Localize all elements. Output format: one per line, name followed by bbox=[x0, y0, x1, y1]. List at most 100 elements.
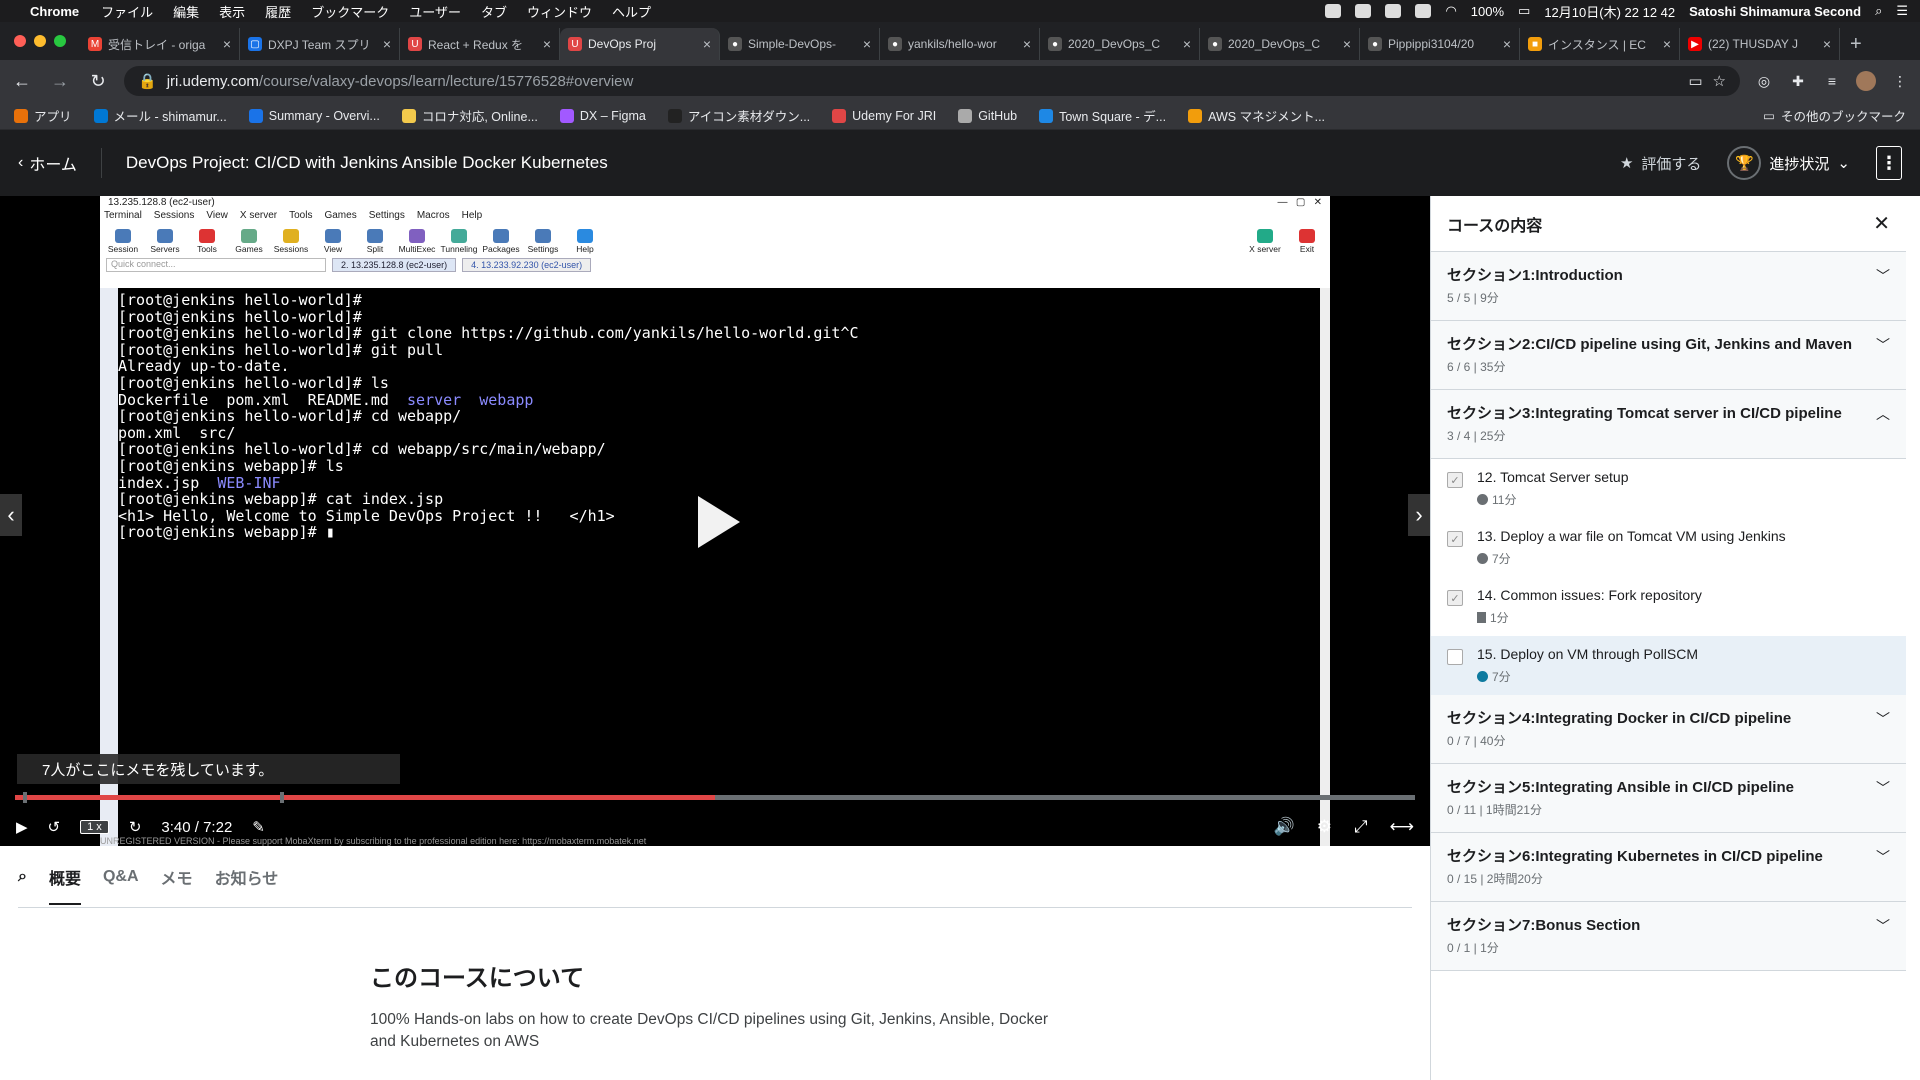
menu-history[interactable]: 履歴 bbox=[265, 2, 291, 21]
cast-icon[interactable]: ▭ bbox=[1688, 72, 1702, 90]
menu-bookmarks[interactable]: ブックマーク bbox=[311, 2, 389, 21]
browser-tab[interactable]: U DevOps Proj × bbox=[560, 28, 720, 60]
previous-lecture-button[interactable]: ‹ bbox=[0, 494, 22, 536]
play-overlay-icon[interactable] bbox=[698, 496, 740, 548]
browser-tab[interactable]: ● Pippippi3104/20 × bbox=[1360, 28, 1520, 60]
menu-user[interactable]: ユーザー bbox=[409, 2, 461, 21]
volume-icon[interactable]: 🔊 bbox=[1274, 817, 1295, 837]
bookmark-item[interactable]: GitHub bbox=[958, 108, 1017, 123]
menu-view[interactable]: 表示 bbox=[219, 2, 245, 21]
status-icon[interactable] bbox=[1355, 4, 1372, 18]
menu-window[interactable]: ウィンドウ bbox=[527, 2, 592, 21]
add-note-icon[interactable]: ✎ bbox=[252, 818, 265, 836]
reload-icon[interactable]: ↻ bbox=[86, 71, 110, 92]
browser-tab[interactable]: ■ インスタンス | EC × bbox=[1520, 28, 1680, 60]
lecture-item[interactable]: 15. Deploy on VM through PollSCM 7分 bbox=[1431, 636, 1906, 695]
zoom-window-button[interactable] bbox=[54, 35, 66, 47]
tab-close-icon[interactable]: × bbox=[543, 36, 551, 52]
bookmark-item[interactable]: DX – Figma bbox=[559, 108, 646, 123]
browser-tab[interactable]: ● yankils/hello-wor × bbox=[880, 28, 1040, 60]
tab-close-icon[interactable]: × bbox=[1503, 36, 1511, 52]
lock-icon[interactable]: 🔒 bbox=[138, 72, 157, 90]
menu-tab[interactable]: タブ bbox=[481, 2, 507, 21]
tab-close-icon[interactable]: × bbox=[1823, 36, 1831, 52]
course-section[interactable]: セクション2:CI/CD pipeline using Git, Jenkins… bbox=[1431, 321, 1906, 390]
browser-tab[interactable]: ● Simple-DevOps- × bbox=[720, 28, 880, 60]
new-tab-button[interactable]: + bbox=[1840, 28, 1872, 60]
profile-avatar[interactable] bbox=[1856, 71, 1876, 91]
status-icon[interactable] bbox=[1415, 4, 1432, 18]
status-icon[interactable] bbox=[1385, 4, 1402, 18]
browser-tab[interactable]: ● 2020_DevOps_C × bbox=[1040, 28, 1200, 60]
menu-file[interactable]: ファイル bbox=[101, 2, 153, 21]
course-section[interactable]: セクション1:Introduction 5 / 5 | 9分 ﹀ bbox=[1431, 252, 1906, 321]
battery-icon[interactable]: ▭ bbox=[1518, 3, 1530, 19]
next-lecture-button[interactable]: › bbox=[1408, 494, 1430, 536]
datetime[interactable]: 12月10日(木) 22 12 42 bbox=[1544, 2, 1675, 21]
tab-close-icon[interactable]: × bbox=[1183, 36, 1191, 52]
lecture-checkbox[interactable] bbox=[1447, 649, 1463, 665]
bookmark-item[interactable]: コロナ対応, Online... bbox=[401, 106, 538, 125]
tab-close-icon[interactable]: × bbox=[1023, 36, 1031, 52]
minimize-window-button[interactable] bbox=[34, 35, 46, 47]
user-name[interactable]: Satoshi Shimamura Second bbox=[1689, 4, 1861, 19]
address-bar[interactable]: 🔒 jri.udemy.com/course/valaxy-devops/lea… bbox=[124, 66, 1740, 96]
extensions-puzzle-icon[interactable]: ✚ bbox=[1788, 71, 1808, 91]
back-icon[interactable]: ← bbox=[10, 71, 34, 92]
tab-close-icon[interactable]: × bbox=[383, 36, 391, 52]
rewind-icon[interactable]: ↺ bbox=[48, 818, 61, 836]
tab-close-icon[interactable]: × bbox=[863, 36, 871, 52]
battery-percent[interactable]: 100% bbox=[1471, 4, 1504, 19]
tab-overview[interactable]: 概要 bbox=[48, 865, 81, 905]
extension-icon[interactable]: ◎ bbox=[1754, 71, 1774, 91]
browser-tab[interactable]: ▢ DXPJ Team スプリ × bbox=[240, 28, 400, 60]
lecture-item[interactable]: ✓ 12. Tomcat Server setup 11分 bbox=[1431, 459, 1906, 518]
expand-icon[interactable]: ⟷ bbox=[1390, 817, 1414, 837]
settings-icon[interactable]: ⚙ bbox=[1317, 817, 1332, 837]
tab-close-icon[interactable]: × bbox=[1343, 36, 1351, 52]
course-section[interactable]: セクション6:Integrating Kubernetes in CI/CD p… bbox=[1431, 833, 1906, 902]
bookmark-marker[interactable] bbox=[280, 792, 284, 803]
speed-button[interactable]: 1 x bbox=[80, 820, 109, 834]
bookmark-item[interactable]: Udemy For JRI bbox=[832, 108, 936, 123]
course-section[interactable]: セクション4:Integrating Docker in CI/CD pipel… bbox=[1431, 695, 1906, 764]
bookmark-item[interactable]: Town Square - デ... bbox=[1039, 106, 1166, 125]
search-icon[interactable]: ⌕ bbox=[18, 868, 27, 886]
menu-edit[interactable]: 編集 bbox=[173, 2, 199, 21]
tab-announcements[interactable]: お知らせ bbox=[215, 865, 279, 889]
bookmark-item[interactable]: アイコン素材ダウン... bbox=[667, 106, 810, 125]
wifi-icon[interactable]: ◠ bbox=[1445, 3, 1456, 19]
browser-tab[interactable]: ▶ (22) THUSDAY J × bbox=[1680, 28, 1840, 60]
lecture-item[interactable]: ✓ 14. Common issues: Fork repository 1分 bbox=[1431, 577, 1906, 636]
course-section[interactable]: セクション5:Integrating Ansible in CI/CD pipe… bbox=[1431, 764, 1906, 833]
close-window-button[interactable] bbox=[14, 35, 26, 47]
video-player[interactable]: 13.235.128.8 (ec2-user) — ▢ ✕ Terminal Se… bbox=[0, 196, 1430, 846]
course-section[interactable]: セクション7:Bonus Section 0 / 1 | 1分 ﹀ bbox=[1431, 902, 1906, 971]
bookmark-item[interactable]: Summary - Overvi... bbox=[248, 108, 380, 123]
forward-icon[interactable]: → bbox=[48, 71, 72, 92]
play-icon[interactable]: ▶ bbox=[16, 818, 28, 836]
reading-list-icon[interactable]: ≡ bbox=[1822, 71, 1842, 91]
rate-button[interactable]: ★ 評価する bbox=[1620, 153, 1701, 174]
progress-bar[interactable] bbox=[15, 792, 1415, 803]
lecture-checkbox[interactable]: ✓ bbox=[1447, 472, 1463, 488]
fullscreen-icon[interactable]: ⤢ bbox=[1354, 817, 1368, 837]
home-link[interactable]: ‹ ホーム bbox=[18, 148, 102, 178]
browser-tab[interactable]: ● 2020_DevOps_C × bbox=[1200, 28, 1360, 60]
course-section[interactable]: セクション3:Integrating Tomcat server in CI/C… bbox=[1431, 390, 1906, 459]
browser-tab[interactable]: U React + Redux を × bbox=[400, 28, 560, 60]
tab-notes[interactable]: メモ bbox=[161, 865, 193, 889]
menu-help[interactable]: ヘルプ bbox=[612, 2, 651, 21]
lecture-checkbox[interactable]: ✓ bbox=[1447, 590, 1463, 606]
tab-qa[interactable]: Q&A bbox=[103, 868, 139, 886]
more-options-button[interactable]: ⋮ bbox=[1876, 146, 1902, 180]
lecture-checkbox[interactable]: ✓ bbox=[1447, 531, 1463, 547]
bookmark-item[interactable]: アプリ bbox=[14, 106, 72, 125]
bookmark-marker[interactable] bbox=[23, 792, 27, 803]
progress-button[interactable]: 🏆 進捗状況 ⌄ bbox=[1727, 146, 1850, 180]
forward-icon[interactable]: ↻ bbox=[129, 818, 142, 836]
lecture-item[interactable]: ✓ 13. Deploy a war file on Tomcat VM usin… bbox=[1431, 518, 1906, 577]
other-bookmarks[interactable]: ▭ その他のブックマーク bbox=[1763, 106, 1906, 125]
tab-close-icon[interactable]: × bbox=[703, 36, 711, 52]
browser-tab[interactable]: M 受信トレイ - origa × bbox=[80, 28, 240, 60]
